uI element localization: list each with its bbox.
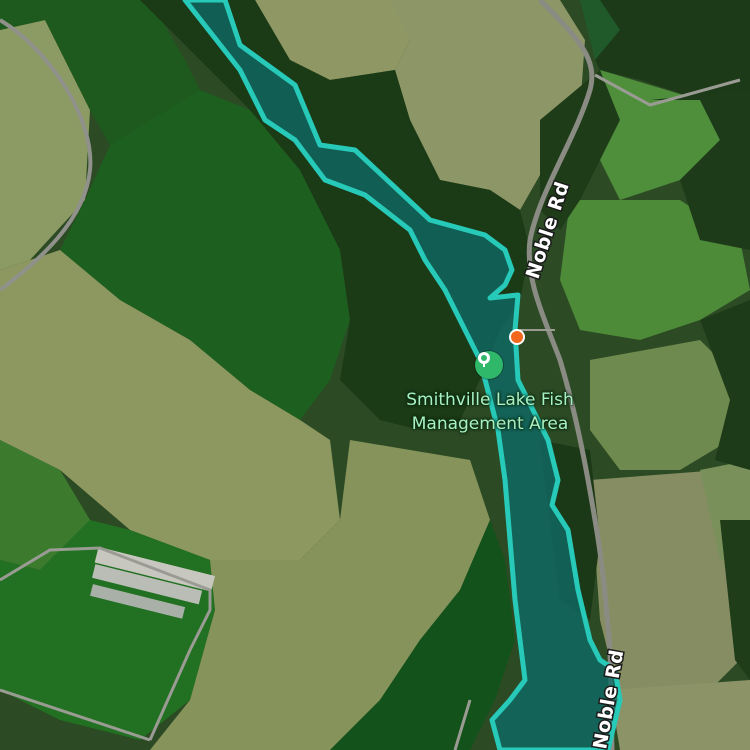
poi-pin[interactable]	[475, 351, 503, 379]
poi-name-line2: Management Area	[411, 414, 569, 434]
field	[610, 680, 750, 750]
satellite-imagery: Noble Rd Noble Rd	[0, 0, 750, 750]
poi-label[interactable]: Smithville Lake Fish Management Area	[345, 388, 635, 436]
poi-name-line1: Smithville Lake Fish	[406, 390, 574, 410]
tree-icon	[478, 352, 490, 367]
map-view[interactable]: Noble Rd Noble Rd Smithville Lake Fish M…	[0, 0, 750, 750]
location-dot-icon[interactable]	[509, 329, 525, 345]
